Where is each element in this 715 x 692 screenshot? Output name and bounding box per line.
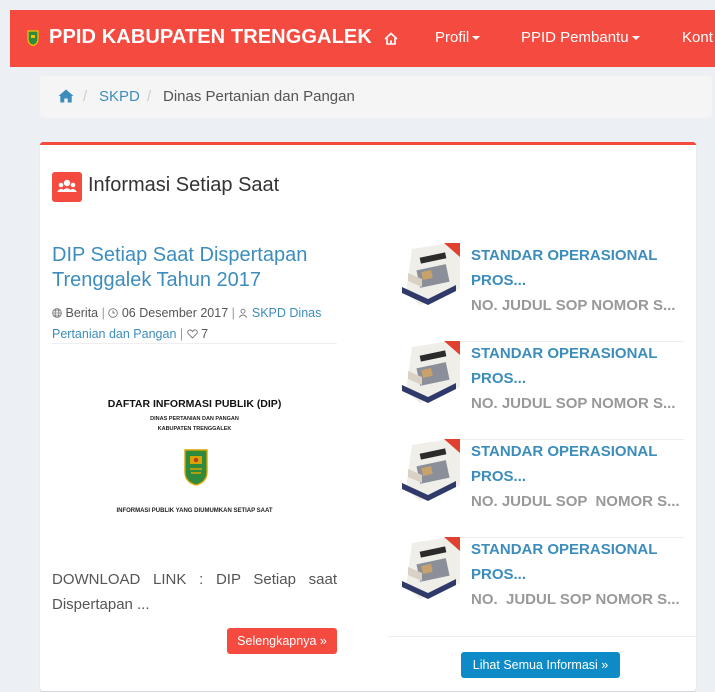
meta-divider: | <box>179 327 184 341</box>
brand-title[interactable]: PPID KABUPATEN TRENGGALEK <box>49 26 372 49</box>
item-description: NO. JUDUL SOP NOMOR S... <box>471 297 676 314</box>
caret-down-icon <box>631 36 640 41</box>
users-icon <box>52 172 82 202</box>
image-line-2: KABUPATEN TRENGGALEK <box>157 426 232 432</box>
breadcrumb-separator: / <box>147 88 152 105</box>
list-item[interactable]: STANDAR OPERASIONAL PROS... NO. JUDUL SO… <box>398 243 684 342</box>
image-heading: DAFTAR INFORMASI PUBLIK (DIP) <box>107 398 282 410</box>
nav-home[interactable] <box>384 29 398 46</box>
heart-icon <box>186 329 198 339</box>
document-thumbnail-icon <box>398 537 460 599</box>
nav-ppid-pembantu-label: PPID Pembantu <box>521 29 629 46</box>
nav-kontak-label: Kont <box>682 29 713 46</box>
nav-profil-label: Profil <box>435 29 470 46</box>
item-title-link[interactable]: STANDAR OPERASIONAL PROS... <box>471 341 676 391</box>
breadcrumb-link-skpd[interactable]: SKPD <box>99 88 140 105</box>
image-footer: INFORMASI PUBLIK YANG DIUMUMKAN SETIAP S… <box>116 508 273 514</box>
users-icon-graphic <box>57 179 77 192</box>
top-navbar: PPID KABUPATEN TRENGGALEK Profil PPID Pe… <box>10 10 715 67</box>
item-description: NO. JUDUL SOP NOMOR S... <box>471 493 680 510</box>
nav-profil[interactable]: Profil <box>435 29 481 46</box>
meta-divider: | <box>231 306 235 320</box>
featured-title-link[interactable]: DIP Setiap Saat Dispertapan Trenggalek T… <box>52 243 342 293</box>
document-thumbnail-icon <box>398 243 460 305</box>
breadcrumb-separator: / <box>83 88 88 105</box>
divider <box>388 636 696 637</box>
read-more-button[interactable]: Selengkapnya » <box>227 628 337 654</box>
breadcrumb-current: Dinas Pertanian dan Pangan <box>163 88 355 105</box>
breadcrumb: / SKPD / Dinas Pertanian dan Pangan <box>40 76 712 118</box>
list-item[interactable]: STANDAR OPERASIONAL PROS... NO. JUDUL SO… <box>398 537 684 635</box>
item-title-link[interactable]: STANDAR OPERASIONAL PROS... <box>471 439 676 489</box>
featured-image[interactable]: DAFTAR INFORMASI PUBLIK (DIP) DINAS PERT… <box>52 390 337 530</box>
document-thumbnail-icon <box>398 341 460 403</box>
item-description: NO. JUDUL SOP NOMOR S... <box>471 395 676 412</box>
regency-crest-icon <box>184 449 208 486</box>
panel-title: Informasi Setiap Saat <box>88 174 280 196</box>
featured-excerpt: DOWNLOAD LINK : DIP Setiap saat Disperta… <box>52 571 337 613</box>
document-thumbnail-icon <box>398 439 460 501</box>
clock-icon <box>108 308 119 318</box>
home-icon <box>384 31 398 45</box>
globe-icon <box>52 308 62 318</box>
home-icon[interactable] <box>58 89 74 103</box>
list-item[interactable]: STANDAR OPERASIONAL PROS... NO. JUDUL SO… <box>398 439 684 538</box>
featured-date: 06 Desember 2017 <box>121 306 229 320</box>
featured-category: Berita <box>65 306 99 320</box>
featured-meta: Berita | 06 Desember 2017 | SKPD Dinas P… <box>52 303 342 345</box>
caret-down-icon <box>472 36 481 41</box>
list-item[interactable]: STANDAR OPERASIONAL PROS... NO. JUDUL SO… <box>398 341 684 440</box>
item-title-link[interactable]: STANDAR OPERASIONAL PROS... <box>471 243 676 293</box>
featured-likes: 7 <box>201 327 209 341</box>
nav-kontak[interactable]: Kont <box>682 29 713 46</box>
image-line-1: DINAS PERTANIAN DAN PANGAN <box>150 416 239 422</box>
nav-ppid-pembantu[interactable]: PPID Pembantu <box>521 29 640 46</box>
meta-divider: | <box>101 306 105 320</box>
item-description: NO. JUDUL SOP NOMOR S... <box>471 591 680 608</box>
divider <box>52 343 337 344</box>
shield-logo-icon <box>27 30 39 46</box>
view-all-button[interactable]: Lihat Semua Informasi » <box>461 652 620 678</box>
user-icon <box>239 308 248 318</box>
item-title-link[interactable]: STANDAR OPERASIONAL PROS... <box>471 537 676 587</box>
info-panel: Informasi Setiap Saat DIP Setiap Saat Di… <box>40 142 696 691</box>
